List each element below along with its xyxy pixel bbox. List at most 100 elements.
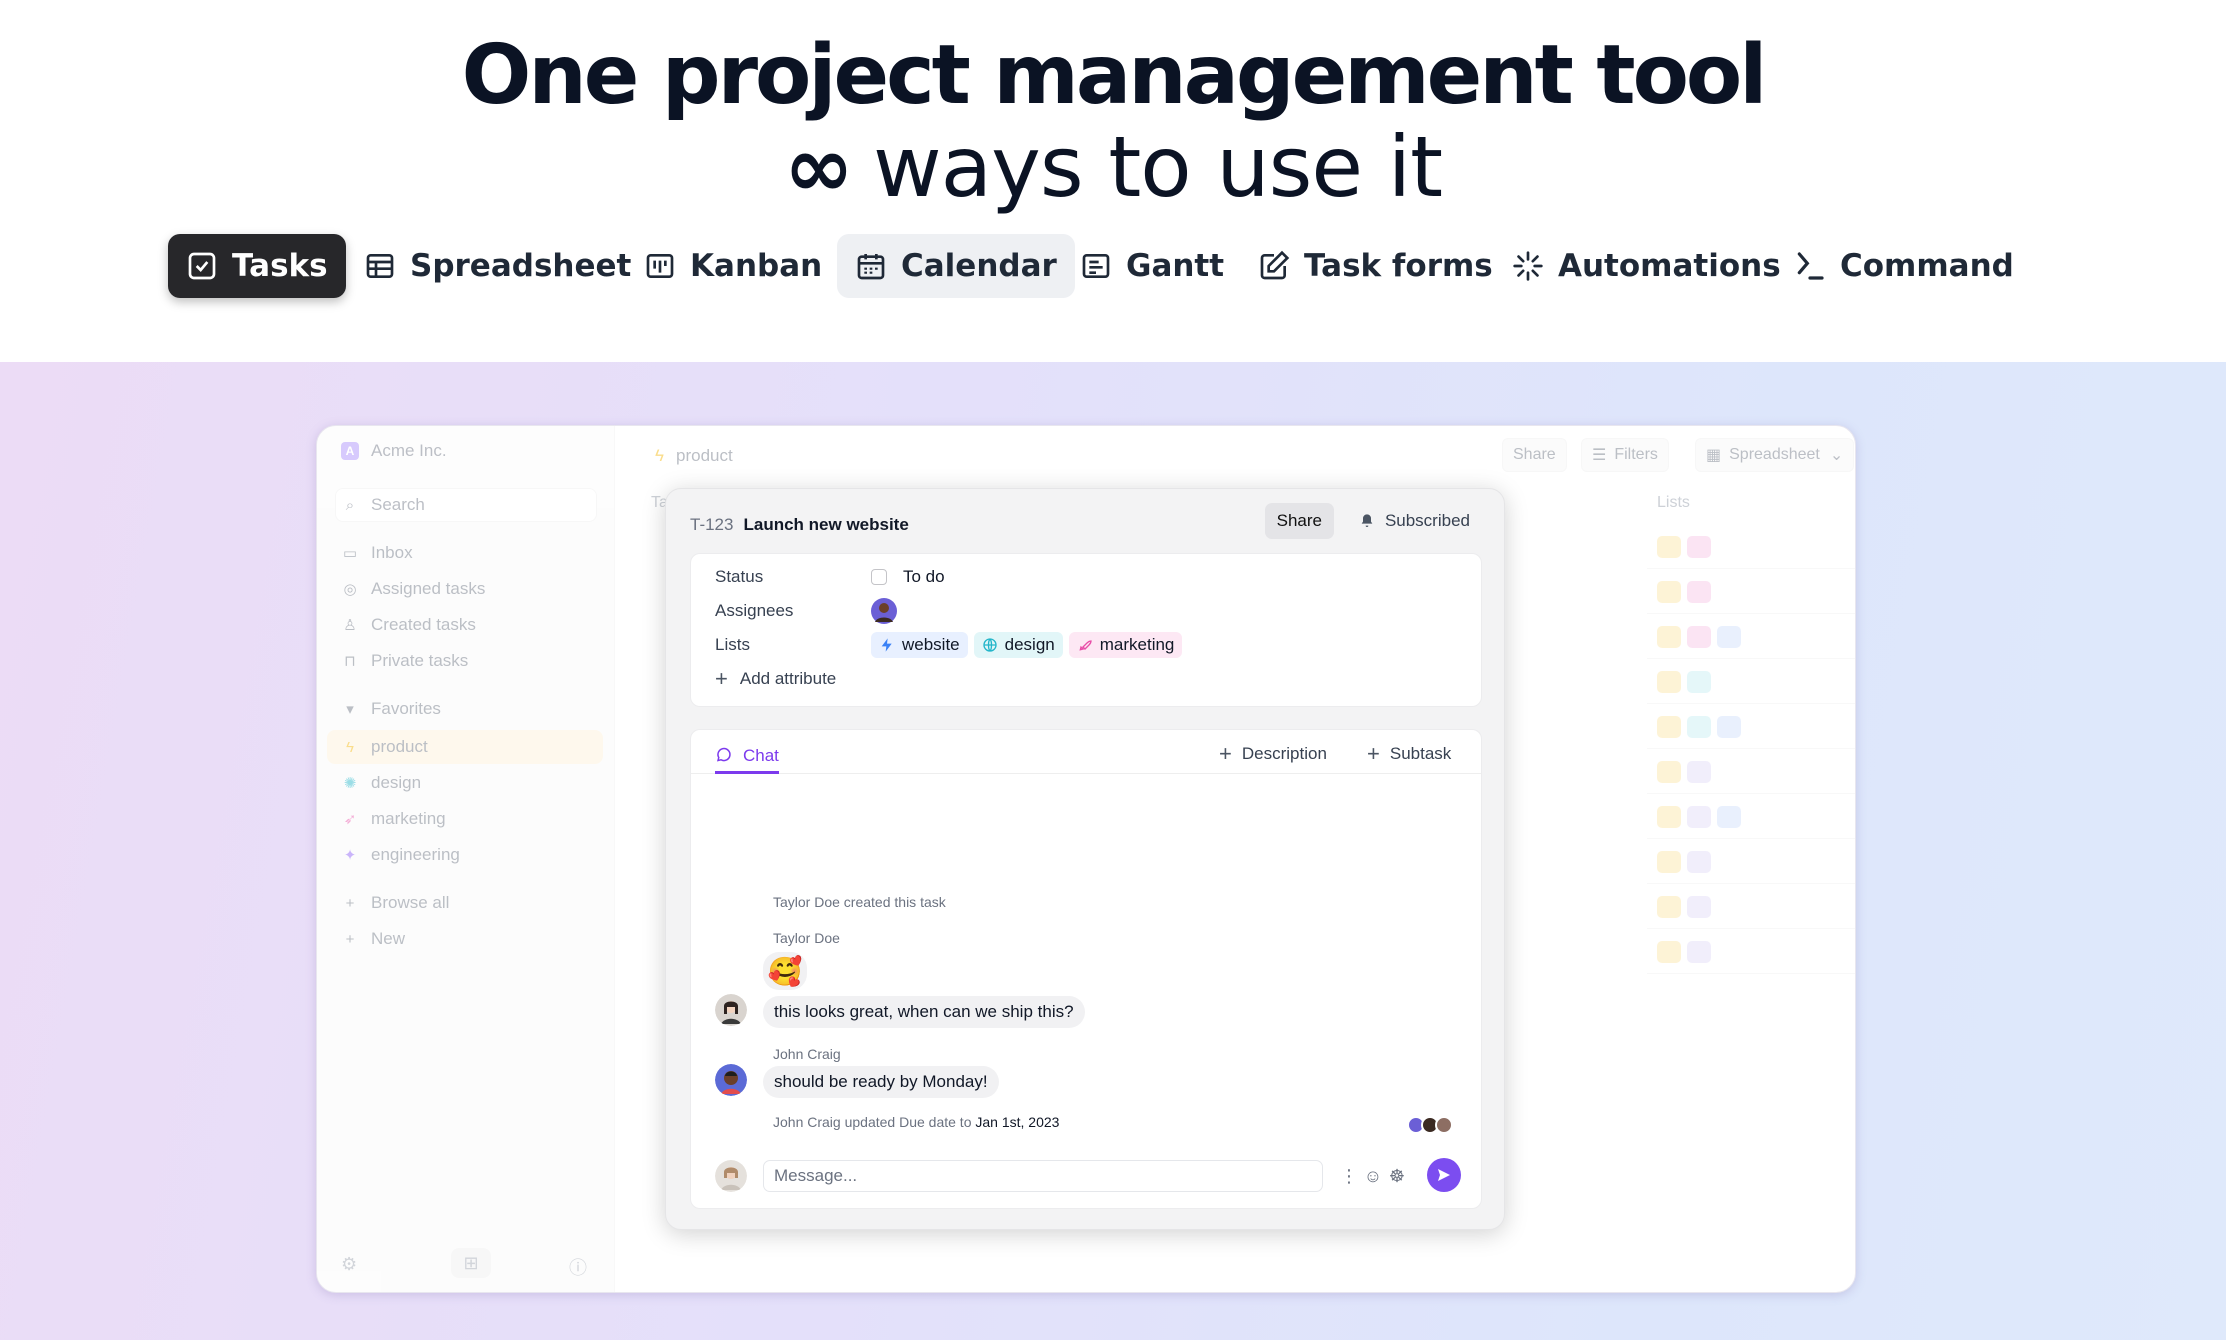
table-row	[1647, 884, 1855, 929]
list-tag-website[interactable]: website	[871, 632, 968, 658]
tab-label: Automations	[1558, 248, 1781, 284]
view-label: Spreadsheet	[1729, 446, 1820, 463]
globe-icon	[982, 638, 997, 652]
hero-subtitle-text: ways to use it	[872, 118, 1443, 216]
help-icon[interactable]: ⓘ	[569, 1254, 587, 1280]
new-label: New	[371, 929, 406, 948]
filters-button[interactable]: ☰ Filters	[1581, 438, 1669, 472]
list-tag-design[interactable]: design	[973, 632, 1063, 658]
tab-automations[interactable]: Automations	[1494, 234, 1799, 298]
plus-icon: +	[345, 930, 355, 948]
activity-created: Taylor Doe created this task	[773, 894, 946, 910]
send-button[interactable]	[1427, 1158, 1461, 1192]
tab-label: Tasks	[232, 248, 328, 284]
add-icon[interactable]: ⊞	[451, 1248, 491, 1278]
tag-label: marketing	[1099, 635, 1175, 654]
tab-label: Gantt	[1126, 248, 1225, 284]
table-row	[1647, 569, 1855, 614]
sidebar-item-private[interactable]: ⊓ Private tasks	[341, 646, 468, 676]
tab-label: Command	[1840, 248, 2014, 284]
sparkle-icon	[1513, 251, 1543, 281]
new-button[interactable]: + New	[341, 924, 405, 954]
filter-icon: ☰	[1592, 447, 1607, 464]
tab-task-forms[interactable]: Task forms	[1240, 234, 1511, 298]
sidebar-item-inbox[interactable]: ▭ Inbox	[341, 538, 413, 568]
add-description-button[interactable]: + Description	[1219, 741, 1327, 766]
sidebar-item-marketing[interactable]: ➶ marketing	[341, 804, 446, 834]
message-input[interactable]: Message...	[763, 1160, 1323, 1192]
plus-icon: +	[1367, 741, 1380, 766]
sidebar-item-label: Inbox	[371, 543, 413, 562]
browse-all-button[interactable]: + Browse all	[341, 888, 450, 918]
tab-command[interactable]: Command	[1776, 234, 2032, 298]
tab-tasks[interactable]: Tasks	[168, 234, 346, 298]
sidebar-item-created[interactable]: ♙ Created tasks	[341, 610, 476, 640]
tab-label: Calendar	[901, 248, 1057, 284]
message-bubble: should be ready by Monday!	[763, 1066, 999, 1098]
sidebar-item-label: Assigned tasks	[371, 579, 486, 598]
tab-chat[interactable]: Chat	[715, 740, 779, 774]
description-label: Description	[1241, 744, 1327, 763]
lists-value: website design marketing	[871, 630, 1188, 660]
kanban-icon	[646, 254, 674, 278]
task-attributes: Status To do Assignees Lists website des…	[690, 553, 1482, 707]
sidebar-item-product[interactable]: ϟ product	[341, 732, 428, 762]
avatar	[715, 994, 747, 1026]
settings-icon[interactable]: ⚙	[341, 1254, 357, 1275]
search-placeholder: Search	[371, 495, 425, 514]
task-title[interactable]: Launch new website	[743, 515, 908, 535]
attr-status-label: Status	[715, 567, 764, 586]
task-id: T-123	[690, 515, 734, 534]
table-icon: ▦	[1706, 447, 1722, 464]
calendar-icon	[857, 254, 885, 280]
add-subtask-button[interactable]: + Subtask	[1367, 741, 1451, 766]
tab-spreadsheet[interactable]: Spreadsheet	[346, 234, 649, 298]
sidebar-item-label: engineering	[371, 845, 460, 864]
bolt-icon: ϟ	[655, 446, 664, 465]
workspace-name: Acme Inc.	[371, 441, 447, 460]
table-row	[1647, 839, 1855, 884]
lock-icon: ⊓	[344, 653, 356, 670]
sidebar-item-assigned[interactable]: ◎ Assigned tasks	[341, 574, 485, 604]
view-switcher[interactable]: ▦ Spreadsheet ⌄	[1695, 438, 1855, 472]
add-attribute-button[interactable]: + Add attribute	[715, 664, 836, 694]
tab-kanban[interactable]: Kanban	[626, 234, 840, 298]
tag-label: design	[1004, 635, 1055, 654]
more-vertical-icon[interactable]: ⋮	[1339, 1166, 1359, 1186]
bolt-icon	[881, 638, 892, 652]
sidebar-item-label: design	[371, 773, 422, 792]
tab-calendar[interactable]: Calendar	[837, 234, 1075, 298]
rocket-icon: ➶	[343, 811, 357, 828]
activity-updated: John Craig updated Due date to Jan 1st, …	[773, 1114, 1059, 1130]
share-button[interactable]: Share	[1502, 438, 1567, 472]
browse-all-label: Browse all	[371, 893, 450, 912]
plus-icon: +	[345, 894, 355, 912]
sidebar-item-design[interactable]: ✺ design	[341, 768, 421, 798]
message-bubble: this looks great, when can we ship this?	[763, 996, 1085, 1028]
sidebar-item-engineering[interactable]: ✦ engineering	[341, 840, 460, 870]
add-attribute-label: Add attribute	[739, 669, 837, 688]
table-row	[1647, 794, 1855, 839]
workspace-switcher[interactable]: A Acme Inc.	[341, 436, 447, 466]
update-text: John Craig updated Due date to	[773, 1114, 972, 1130]
status-text: To do	[903, 567, 945, 586]
assignees-value[interactable]	[871, 596, 897, 626]
task-share-button[interactable]: Share	[1264, 503, 1334, 539]
tab-label: Task forms	[1304, 248, 1493, 284]
chat-panel: Chat + Description + Subtask Taylor Doe cr…	[690, 729, 1482, 1209]
sticker-icon[interactable]: ☸	[1387, 1166, 1407, 1186]
subscribed-label: Subscribed	[1384, 511, 1470, 530]
sidebar-item-label: product	[371, 737, 428, 756]
subscribed-button[interactable]: Subscribed	[1359, 503, 1470, 539]
favorites-header[interactable]: ▾ Favorites	[341, 694, 441, 724]
plus-icon: +	[715, 666, 728, 691]
table-row	[1647, 614, 1855, 659]
list-tag-marketing[interactable]: marketing	[1068, 632, 1183, 658]
attr-assignees-label: Assignees	[715, 601, 794, 620]
send-icon	[1438, 1169, 1450, 1181]
inbox-icon: ▭	[342, 545, 358, 562]
emoji-icon[interactable]: ☺	[1363, 1166, 1383, 1186]
status-value[interactable]: To do	[871, 562, 945, 592]
checkbox-icon[interactable]	[871, 569, 887, 585]
tab-gantt[interactable]: Gantt	[1062, 234, 1242, 298]
